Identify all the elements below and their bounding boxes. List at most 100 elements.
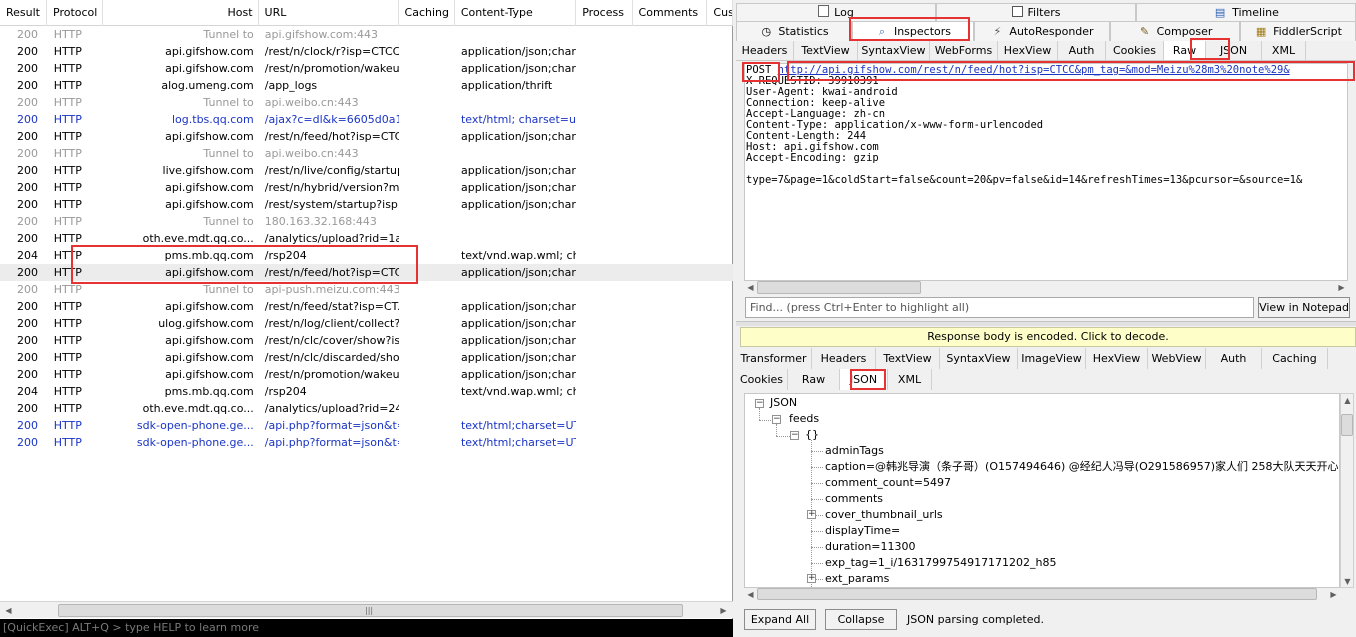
response-tab-syntaxview[interactable]: SyntaxView (940, 348, 1018, 369)
response-tab-caching[interactable]: Caching (1262, 348, 1328, 369)
column-header-protocol[interactable]: Protocol (47, 0, 104, 26)
session-row[interactable]: 200 HTTP api.gifshow.com/rest/n/clock/r?is… (0, 43, 733, 60)
session-row[interactable]: 200 HTTP alog.umeng.com/app_logs applicatio… (0, 77, 733, 94)
session-row[interactable]: 204 HTTP pms.mb.qq.com/rsp204 text/vnd.wap.… (0, 247, 733, 264)
collapse-node-icon[interactable]: − (790, 431, 799, 440)
find-input[interactable]: Find... (press Ctrl+Enter to highlight a… (745, 297, 1254, 318)
session-row[interactable]: 200 HTTP Tunnel to 180.163.32.168:443 (0, 213, 733, 230)
collapse-node-icon[interactable]: − (755, 399, 764, 408)
session-row[interactable]: 204 HTTP pms.mb.qq.com/rsp204 text/vnd.wap.… (0, 383, 733, 400)
json-horizontal-scrollbar[interactable]: ◀ ▶ (744, 588, 1340, 600)
scroll-up-arrow-icon[interactable]: ▲ (1341, 394, 1354, 407)
session-row[interactable]: 200 HTTP api.gifshow.com/rest/n/feed/hot?i… (0, 128, 733, 145)
column-header-caching[interactable]: Caching (399, 0, 455, 26)
expand-node-icon[interactable]: + (807, 574, 816, 583)
response-tab-raw[interactable]: Raw (788, 369, 840, 390)
response-tab-textview[interactable]: TextView (876, 348, 940, 369)
scroll-left-arrow-icon[interactable]: ◀ (2, 604, 15, 617)
request-tab-hexview[interactable]: HexView (998, 41, 1058, 60)
tab-autoresponder[interactable]: ⚡ AutoResponder (974, 21, 1110, 41)
request-tab-cookies[interactable]: Cookies (1106, 41, 1164, 60)
request-tab-raw[interactable]: Raw (1164, 41, 1206, 60)
request-tab-headers[interactable]: Headers (736, 41, 794, 60)
tab-log[interactable]: Log (736, 3, 936, 21)
session-row[interactable]: 200 HTTP Tunnel to api.weibo.cn:443 (0, 145, 733, 162)
session-row[interactable]: 200 HTTP api.gifshow.com/rest/n/promotion/… (0, 366, 733, 383)
scrollbar-thumb[interactable] (757, 281, 921, 294)
session-row[interactable]: 200 HTTP oth.eve.mdt.qq.co... /analytics/up… (0, 400, 733, 417)
json-tree-node[interactable]: duration=11300 (825, 539, 916, 555)
json-tree-node[interactable]: comments (825, 491, 883, 507)
tab-composer[interactable]: ✎ Composer (1110, 21, 1240, 41)
sessions-horizontal-scrollbar[interactable]: ◀ ||| ▶ (0, 601, 733, 618)
request-tab-textview[interactable]: TextView (794, 41, 858, 60)
tab-timeline[interactable]: ▤ Timeline (1136, 3, 1356, 21)
session-row[interactable]: 200 HTTP sdk-open-phone.ge... /api.php?form… (0, 417, 733, 434)
json-tree-view[interactable]: − JSON − feeds − {} adminTags caption=@韩兆… (744, 393, 1340, 588)
column-header-process[interactable]: Process (576, 0, 633, 26)
session-row[interactable]: 200 HTTP api.gifshow.com/rest/n/clc/cover/… (0, 332, 733, 349)
column-header-url[interactable]: URL (259, 0, 399, 26)
session-row[interactable]: 200 HTTP sdk-open-phone.ge... /api.php?form… (0, 434, 733, 451)
request-raw-view[interactable]: POST http://api.gifshow.com/rest/n/feed/… (744, 63, 1348, 281)
scroll-left-arrow-icon[interactable]: ◀ (744, 281, 757, 294)
response-tab-imageview[interactable]: ImageView (1018, 348, 1086, 369)
splitter[interactable] (736, 321, 1356, 326)
collapse-button[interactable]: Collapse (825, 609, 897, 630)
expand-node-icon[interactable]: + (807, 510, 816, 519)
view-in-notepad-button[interactable]: View in Notepad (1258, 297, 1350, 318)
response-tab-hexview[interactable]: HexView (1086, 348, 1148, 369)
response-tab-headers[interactable]: Headers (812, 348, 876, 369)
collapse-node-icon[interactable]: − (772, 415, 781, 424)
column-header-result[interactable]: Result (0, 0, 47, 26)
response-tab-transformer[interactable]: Transformer (736, 348, 812, 369)
json-root-node[interactable]: JSON (770, 395, 797, 411)
quickexec-input[interactable]: [QuickExec] ALT+Q > type HELP to learn m… (0, 619, 733, 637)
session-row[interactable]: 200 HTTP Tunnel to api-push.meizu.com:443 (0, 281, 733, 298)
response-tab-auth[interactable]: Auth (1206, 348, 1262, 369)
request-tab-xml[interactable]: XML (1262, 41, 1306, 60)
scrollbar-thumb[interactable] (757, 588, 1317, 600)
json-tree-node[interactable]: comment_count=5497 (825, 475, 951, 491)
scroll-right-arrow-icon[interactable]: ▶ (717, 604, 730, 617)
json-tree-node[interactable]: ext_params (825, 571, 889, 587)
scroll-left-arrow-icon[interactable]: ◀ (744, 588, 757, 601)
session-row[interactable]: 200 HTTP api.gifshow.com/rest/n/feed/hot?i… (0, 264, 733, 281)
column-header-contenttype[interactable]: Content-Type (455, 0, 577, 26)
scroll-down-arrow-icon[interactable]: ▼ (1341, 575, 1354, 588)
tab-inspectors[interactable]: ⌕ Inspectors (852, 21, 974, 41)
request-tab-syntaxview[interactable]: SyntaxView (858, 41, 930, 60)
session-row[interactable]: 200 HTTP Tunnel to api.gifshow.com:443 (0, 26, 733, 43)
response-encoded-bar[interactable]: Response body is encoded. Click to decod… (740, 327, 1356, 347)
json-feeds-node[interactable]: feeds (789, 411, 819, 427)
scroll-right-arrow-icon[interactable]: ▶ (1335, 281, 1348, 294)
request-horizontal-scrollbar[interactable]: ◀ ▶ (744, 281, 1348, 294)
request-tab-auth[interactable]: Auth (1058, 41, 1106, 60)
response-tab-cookies[interactable]: Cookies (736, 369, 788, 390)
session-row[interactable]: 200 HTTP api.gifshow.com/rest/n/hybrid/ver… (0, 179, 733, 196)
session-row[interactable]: 200 HTTP oth.eve.mdt.qq.co... /analytics/up… (0, 230, 733, 247)
request-tab-json[interactable]: JSON (1206, 41, 1262, 60)
session-row[interactable]: 200 HTTP live.gifshow.com/rest/n/live/conf… (0, 162, 733, 179)
json-tree-node[interactable]: exp_tag=1_i/1631799754917171202_h85 (825, 555, 1057, 571)
session-row[interactable]: 200 HTTP api.gifshow.com/rest/system/start… (0, 196, 733, 213)
scrollbar-thumb[interactable] (1341, 414, 1353, 436)
json-tree-node[interactable]: caption=@韩兆导演（条子哥）(O157494646) @经纪人冯导(O2… (825, 459, 1339, 475)
tab-fiddlerscript[interactable]: ▦ FiddlerScript (1240, 21, 1356, 41)
scrollbar-thumb[interactable]: ||| (58, 604, 683, 617)
json-tree-node[interactable]: adminTags (825, 443, 884, 459)
response-tab-webview[interactable]: WebView (1148, 348, 1206, 369)
session-row[interactable]: 200 HTTP log.tbs.qq.com/ajax?c=dl&k=6605d0… (0, 111, 733, 128)
column-header-cus[interactable]: Cus (707, 0, 734, 26)
json-tree-node[interactable]: displayTime= (825, 523, 900, 539)
column-header-host[interactable]: Host (103, 0, 259, 26)
json-tree-node[interactable]: cover_thumbnail_urls (825, 507, 943, 523)
session-row[interactable]: 200 HTTP api.gifshow.com/rest/n/promotion/… (0, 60, 733, 77)
tab-filters[interactable]: Filters (936, 3, 1136, 21)
json-vertical-scrollbar[interactable]: ▲ ▼ (1340, 393, 1354, 588)
json-object-node[interactable]: {} (805, 427, 819, 443)
session-row[interactable]: 200 HTTP api.gifshow.com/rest/n/feed/stat?… (0, 298, 733, 315)
request-tab-webforms[interactable]: WebForms (930, 41, 998, 60)
response-tab-xml[interactable]: XML (888, 369, 932, 390)
expand-all-button[interactable]: Expand All (744, 609, 816, 630)
